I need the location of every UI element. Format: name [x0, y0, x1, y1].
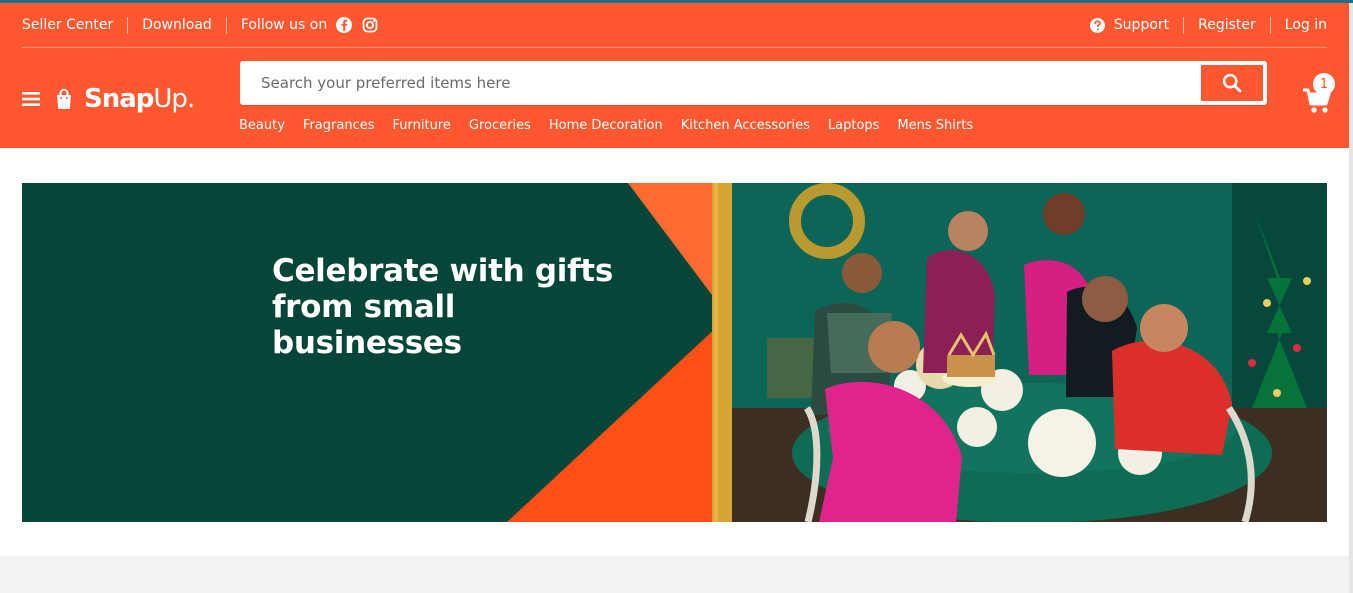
vertical-scrollbar[interactable] [1349, 3, 1353, 593]
divider [127, 16, 129, 34]
divider [1269, 16, 1271, 34]
page-footer-area [0, 556, 1349, 593]
category-link[interactable]: Mens Shirts [897, 118, 973, 133]
support-link[interactable]: Support [1114, 17, 1169, 33]
party-illustration [732, 183, 1327, 522]
content-card: Celebrate with gifts from small business… [0, 148, 1349, 556]
search-icon [1222, 73, 1242, 93]
login-link[interactable]: Log in [1285, 17, 1327, 33]
search-input[interactable] [261, 72, 1181, 94]
brand-name: SnapUp. [84, 84, 195, 114]
top-right-links: Support Register Log in [1089, 13, 1327, 37]
promo-banner[interactable]: Celebrate with gifts from small business… [22, 183, 1327, 522]
top-left-links: Seller Center Download Follow us on [22, 13, 379, 37]
follow-us-label: Follow us on [240, 17, 328, 33]
brand-name-main: Snap [84, 84, 154, 114]
category-nav: Beauty Fragrances Furniture Groceries Ho… [239, 118, 991, 133]
register-link[interactable]: Register [1198, 17, 1256, 33]
divider [1183, 16, 1185, 34]
search-bar [240, 61, 1267, 105]
divider [225, 16, 227, 34]
search-button[interactable] [1201, 65, 1263, 101]
category-link[interactable]: Laptops [828, 118, 880, 133]
category-link[interactable]: Groceries [469, 118, 531, 133]
category-link[interactable]: Home Decoration [549, 118, 663, 133]
holiday-dinner-photo [732, 183, 1327, 522]
category-link[interactable]: Kitchen Accessories [681, 118, 810, 133]
category-link[interactable]: Beauty [239, 118, 285, 133]
top-utility-bar: Seller Center Download Follow us on Supp… [22, 13, 1327, 37]
banner-headline: Celebrate with gifts from small business… [272, 253, 613, 361]
seller-center-link[interactable]: Seller Center [22, 17, 113, 33]
brand-logo[interactable]: SnapUp. [52, 83, 195, 115]
category-link[interactable]: Furniture [393, 118, 451, 133]
hamburger-menu-icon[interactable] [22, 91, 40, 106]
site-header: Seller Center Download Follow us on Supp… [0, 3, 1349, 148]
header-divider [22, 47, 1327, 48]
cart-count-badge: 1 [1313, 73, 1335, 95]
shopping-bag-icon [52, 87, 76, 111]
download-link[interactable]: Download [142, 17, 212, 33]
category-link[interactable]: Fragrances [303, 118, 375, 133]
instagram-icon[interactable] [361, 16, 379, 34]
brand-name-suffix: Up. [153, 84, 195, 114]
facebook-icon[interactable] [335, 16, 353, 34]
help-icon [1089, 17, 1106, 34]
